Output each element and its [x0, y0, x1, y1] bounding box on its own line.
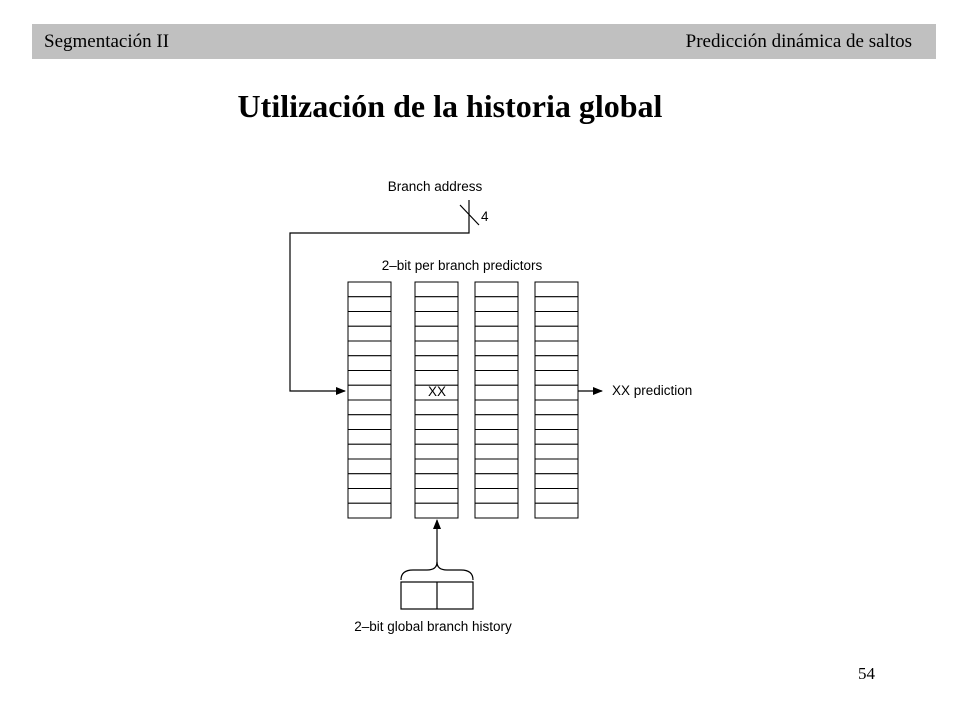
predictor-entry — [474, 355, 519, 371]
predictor-entry — [534, 311, 579, 327]
predictor-entry — [534, 325, 579, 342]
predictor-entry — [474, 458, 519, 475]
predictor-entry — [347, 458, 392, 475]
branch-address-label: Branch address — [388, 179, 483, 194]
predictor-entry — [534, 355, 579, 371]
predictor-entry — [534, 281, 579, 298]
predictor-entry — [534, 502, 579, 519]
predictor-entry — [414, 325, 459, 342]
predictor-entry — [414, 311, 459, 327]
predictor-entry — [414, 399, 459, 416]
predictor-entry — [414, 340, 459, 357]
predictor-entry — [347, 370, 392, 386]
predictor-entry — [347, 281, 392, 298]
predictor-entry — [474, 473, 519, 489]
predictor-entry — [474, 429, 519, 445]
predictor-entry — [534, 370, 579, 386]
predictor-column-1 — [347, 281, 392, 519]
predictor-entry — [414, 414, 459, 430]
predictor-entry — [347, 399, 392, 416]
predictor-entry — [534, 296, 579, 312]
predictor-entry — [347, 311, 392, 327]
predictor-entry — [347, 414, 392, 430]
predictor-entry — [474, 296, 519, 312]
predictor-entry — [414, 502, 459, 519]
predictor-entry — [347, 384, 392, 401]
predictor-entry — [414, 458, 459, 475]
predictor-entry — [534, 488, 579, 504]
predictor-column-2 — [414, 281, 459, 519]
predictor-entry — [534, 458, 579, 475]
predictor-entry — [414, 281, 459, 298]
predictor-entry — [347, 429, 392, 445]
predictor-entry — [474, 443, 519, 460]
predictor-entry — [534, 443, 579, 460]
predictor-entry — [414, 473, 459, 489]
predictor-entry — [347, 340, 392, 357]
predictor-entry — [414, 296, 459, 312]
predictor-entry — [534, 473, 579, 489]
predictor-column-4 — [534, 281, 579, 519]
predictor-entry — [474, 502, 519, 519]
predictor-entry — [347, 502, 392, 519]
page-number: 54 — [858, 664, 875, 683]
predictor-entry — [347, 473, 392, 489]
predictor-entry — [474, 325, 519, 342]
history-brace — [400, 561, 474, 581]
predictor-entry — [414, 355, 459, 371]
global-history-predictor-diagram: Branch address 4 2–bit per branch predic… — [289, 179, 692, 634]
predictor-entry — [534, 340, 579, 357]
predictor-entry — [347, 325, 392, 342]
predictor-entry — [414, 429, 459, 445]
predictor-entry — [347, 488, 392, 504]
predictor-entry — [347, 443, 392, 460]
predictor-entry — [474, 488, 519, 504]
predictor-entry — [534, 429, 579, 445]
predictor-entry — [347, 296, 392, 312]
predictor-entry — [474, 340, 519, 357]
predictor-column-3 — [474, 281, 519, 519]
predictor-columns — [347, 281, 579, 519]
output-label: XX prediction — [612, 383, 692, 398]
predictor-entry — [534, 414, 579, 430]
bus-width-label: 4 — [481, 209, 489, 224]
predictors-label: 2–bit per branch predictors — [382, 258, 543, 273]
predictor-entry — [474, 414, 519, 430]
predictor-entry — [347, 355, 392, 371]
predictor-entry — [474, 281, 519, 298]
predictor-entry — [474, 384, 519, 401]
selected-entry-label: XX — [428, 384, 446, 399]
predictor-entry — [414, 488, 459, 504]
predictor-entry — [474, 370, 519, 386]
predictor-entry — [414, 443, 459, 460]
history-label: 2–bit global branch history — [354, 619, 512, 634]
predictor-entry — [474, 311, 519, 327]
predictor-entry — [534, 384, 579, 401]
predictor-entry — [534, 399, 579, 416]
predictor-entry — [474, 399, 519, 416]
